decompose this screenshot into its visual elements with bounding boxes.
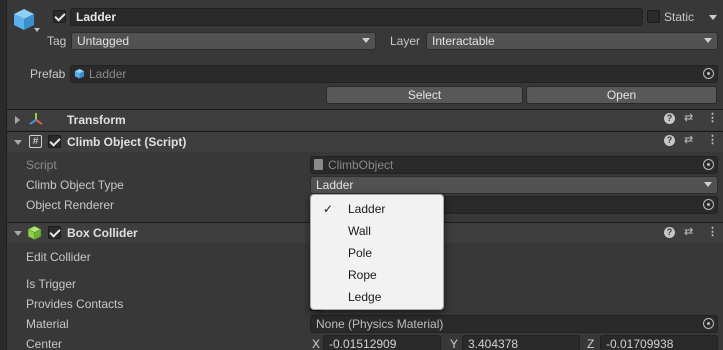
static-dropdown-arrow-icon[interactable]	[709, 15, 717, 20]
climb-object-title: Climb Object (Script)	[67, 135, 187, 149]
option-label: Ledge	[348, 290, 382, 304]
chevron-down-icon	[704, 38, 712, 43]
center-z-label: Z	[587, 337, 595, 350]
center-x-label: X	[312, 337, 321, 350]
help-icon[interactable]: ?	[664, 227, 675, 238]
tag-label: Tag	[47, 34, 67, 48]
help-icon[interactable]: ?	[664, 113, 675, 124]
static-label: Static	[664, 10, 695, 24]
foldout-collapsed-icon[interactable]	[15, 116, 20, 124]
layer-label: Layer	[390, 34, 421, 48]
foldout-expanded-icon[interactable]	[14, 140, 22, 145]
center-y-field[interactable]: 3.404378	[462, 335, 580, 350]
script-file-icon	[314, 159, 323, 170]
name-field[interactable]: Ladder	[70, 8, 643, 26]
object-renderer-label: Object Renderer	[26, 198, 115, 212]
popup-option-wall[interactable]: Wall	[311, 220, 443, 242]
prefab-value: Ladder	[89, 67, 127, 81]
gameobject-cube-icon[interactable]	[12, 7, 36, 31]
more-icon[interactable]: ⋮	[707, 111, 718, 124]
climb-enabled-checkbox[interactable]	[48, 135, 61, 148]
option-label: Wall	[348, 224, 371, 238]
open-button[interactable]: Open	[526, 86, 717, 104]
prefab-cube-icon	[74, 68, 85, 79]
left-panel-edge	[0, 0, 7, 350]
renderer-picker-icon[interactable]	[703, 199, 714, 210]
prefab-field[interactable]: Ladder	[70, 65, 718, 83]
option-label: Pole	[348, 246, 373, 260]
center-label: Center	[26, 337, 63, 350]
help-icon[interactable]: ?	[664, 135, 675, 146]
box-header-icons: ? ⇄ ⋮	[664, 225, 720, 241]
center-x-field[interactable]: -0.01512909	[323, 335, 441, 350]
climb-type-value: Ladder	[316, 178, 354, 192]
layer-value: Interactable	[432, 34, 495, 48]
option-label: Rope	[348, 268, 377, 282]
prefab-label: Prefab	[30, 67, 66, 81]
provides-contacts-label: Provides Contacts	[26, 297, 124, 311]
box-collider-icon	[27, 225, 42, 240]
script-value: ClimbObject	[328, 158, 394, 172]
center-z-field[interactable]: -0.01709938	[600, 335, 718, 350]
prefab-picker-icon[interactable]	[703, 68, 714, 79]
active-checkbox[interactable]	[53, 10, 66, 23]
is-trigger-label: Is Trigger	[26, 277, 77, 291]
presets-icon[interactable]: ⇄	[684, 111, 693, 124]
box-collider-enabled-checkbox[interactable]	[48, 226, 61, 239]
script-field[interactable]: ClimbObject	[310, 156, 718, 174]
presets-icon[interactable]: ⇄	[684, 225, 693, 238]
option-label: Ladder	[348, 202, 386, 216]
script-label: Script	[26, 158, 57, 172]
center-y-label: Y	[450, 337, 459, 350]
material-value: None (Physics Material)	[316, 317, 444, 331]
climb-type-label: Climb Object Type	[26, 178, 124, 192]
script-picker-icon[interactable]	[703, 159, 714, 170]
icon-dropdown-arrow-icon[interactable]	[34, 28, 40, 32]
material-label: Material	[26, 317, 69, 331]
popup-option-ledge[interactable]: Ledge	[311, 286, 443, 308]
climb-type-popup: ✓ Ladder Wall Pole Rope Ledge	[310, 194, 444, 310]
popup-option-ladder[interactable]: ✓ Ladder	[311, 198, 443, 220]
foldout-expanded-icon[interactable]	[14, 231, 22, 236]
tag-dropdown[interactable]: Untagged	[71, 32, 376, 50]
checkmark-icon: ✓	[323, 202, 334, 216]
climb-type-dropdown[interactable]: Ladder	[310, 176, 718, 194]
chevron-down-icon	[704, 182, 712, 187]
material-picker-icon[interactable]	[703, 318, 714, 329]
select-button[interactable]: Select	[326, 86, 523, 104]
transform-title: Transform	[67, 113, 126, 127]
tag-value: Untagged	[77, 34, 130, 48]
more-icon[interactable]: ⋮	[707, 225, 718, 238]
layer-dropdown[interactable]: Interactable	[426, 32, 718, 50]
material-field[interactable]: None (Physics Material)	[310, 315, 718, 333]
more-icon[interactable]: ⋮	[707, 133, 718, 146]
presets-icon[interactable]: ⇄	[684, 133, 693, 146]
edit-collider-label: Edit Collider	[26, 250, 91, 264]
static-checkbox[interactable]	[647, 10, 660, 23]
box-collider-title: Box Collider	[67, 226, 138, 240]
climb-header-icons: ? ⇄ ⋮	[664, 133, 720, 149]
transform-axis-icon	[28, 111, 44, 127]
transform-header-icons: ? ⇄ ⋮	[664, 111, 720, 127]
popup-option-rope[interactable]: Rope	[311, 264, 443, 286]
script-hash-icon: #	[29, 135, 42, 148]
popup-option-pole[interactable]: Pole	[311, 242, 443, 264]
chevron-down-icon	[362, 38, 370, 43]
